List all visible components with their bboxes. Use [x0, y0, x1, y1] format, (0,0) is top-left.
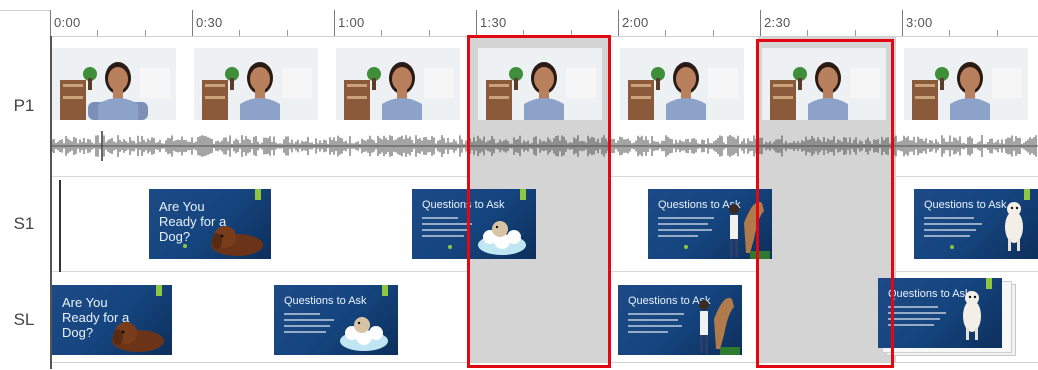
slide-clip-questions-bath[interactable]: Questions to Ask — [274, 285, 398, 355]
presenter-thumbnail-image — [194, 48, 318, 120]
puppy-image — [211, 226, 263, 256]
slide-clip-dog-title[interactable]: Are You Ready for a Dog? — [52, 285, 172, 355]
ruler-major-tick — [902, 10, 903, 36]
presenter-thumbnail-image — [904, 48, 1028, 120]
ruler-label-3-00: 3:00 — [906, 15, 933, 30]
ruler-major-tick — [760, 10, 761, 36]
ruler-major-tick — [476, 10, 477, 36]
ruler-label-2-30: 2:30 — [764, 15, 791, 30]
track-label-column: P1 S1 SL — [0, 36, 52, 369]
ruler-label-0-30: 0:30 — [196, 15, 223, 30]
video-thumbnail[interactable] — [904, 48, 1028, 120]
ruler-major-tick — [192, 10, 193, 36]
ruler-major-tick — [334, 10, 335, 36]
cat-image — [963, 291, 981, 340]
slide-clip-questions-dog[interactable]: Questions to Ask — [618, 285, 742, 355]
video-thumbnail[interactable] — [52, 48, 176, 120]
slide-accent — [156, 285, 162, 296]
track-label-s1[interactable]: S1 — [0, 214, 48, 234]
presenter-thumbnail-image — [620, 48, 744, 120]
ruler-label-2-00: 2:00 — [622, 15, 649, 30]
ruler-label-1-30: 1:30 — [480, 15, 507, 30]
highlight-box — [467, 35, 611, 368]
presenter-thumbnail-image — [336, 48, 460, 120]
video-thumbnail[interactable] — [336, 48, 460, 120]
puppy-image — [112, 322, 164, 352]
ruler-major-tick — [50, 10, 51, 36]
ruler-label-1-00: 1:00 — [338, 15, 365, 30]
slide-clip-dog-title[interactable]: Are You Ready for a Dog? — [149, 189, 271, 259]
track-label-p1[interactable]: P1 — [0, 96, 48, 116]
highlight-box — [756, 39, 894, 368]
playhead-cursor[interactable] — [59, 180, 61, 272]
slide-accent — [382, 285, 388, 296]
slide-dot — [183, 244, 187, 248]
slide-clip-questions-dog[interactable]: Questions to Ask — [648, 189, 772, 259]
cat-image — [1005, 202, 1023, 251]
ruler-label-0-00: 0:00 — [54, 15, 81, 30]
video-thumbnail[interactable] — [620, 48, 744, 120]
dog-bath-image — [340, 317, 388, 351]
track-label-sl[interactable]: SL — [0, 310, 48, 330]
slide-clip-questions-cat[interactable]: Questions to Ask — [878, 278, 1002, 348]
ruler-major-tick — [618, 10, 619, 36]
slide-title: Questions to Ask — [284, 295, 367, 307]
time-ruler[interactable]: 0:00 0:30 1:00 1:30 2:00 2:30 3:00 — [50, 10, 1038, 37]
woman-dog-image — [699, 297, 740, 355]
presenter-thumbnail-image — [52, 48, 176, 120]
slide-accent — [255, 189, 261, 200]
video-thumbnail[interactable] — [194, 48, 318, 120]
slide-clip-questions-cat[interactable]: Questions to Ask — [914, 189, 1038, 259]
